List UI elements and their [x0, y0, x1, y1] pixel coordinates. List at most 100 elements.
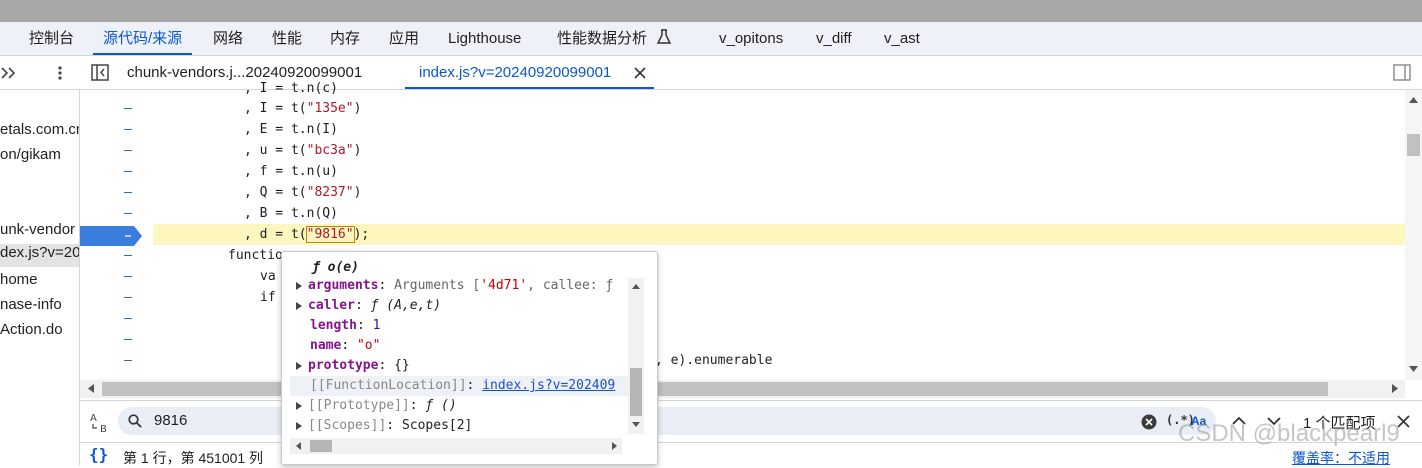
tab-application[interactable]: 应用 — [389, 22, 419, 55]
more-options-icon[interactable] — [56, 65, 64, 81]
tab-lighthouse[interactable]: Lighthouse — [448, 22, 521, 55]
code-line: , f = t.n(u) — [244, 164, 338, 179]
window-top-strip — [0, 0, 1422, 22]
code-line: , e).enumerable — [655, 353, 773, 368]
property-value: {} — [394, 358, 410, 373]
property-value: Arguments [ — [394, 278, 481, 293]
navigator-item-selected[interactable]: dex.js?v=202 — [0, 244, 79, 267]
code-string: "bc3a" — [306, 143, 354, 158]
navigator-item[interactable]: on/gikam — [0, 146, 61, 163]
file-tab-index-js[interactable]: index.js?v=20240920099001 — [419, 56, 611, 89]
search-input[interactable]: 9816 — [154, 412, 187, 429]
tab-v-diff[interactable]: v_diff — [816, 22, 852, 55]
scroll-right-arrow-icon[interactable] — [1392, 384, 1399, 393]
tab-network[interactable]: 网络 — [213, 22, 243, 55]
property-sep: : — [356, 318, 373, 333]
property-row-scopes[interactable]: [[Scopes]]: Scopes[2] — [296, 416, 472, 436]
tab-v-ast[interactable]: v_ast — [884, 22, 920, 55]
tab-console[interactable]: 控制台 — [29, 22, 74, 55]
line-gutter-marker[interactable] — [124, 297, 132, 298]
editor-horizontal-scrollbar[interactable] — [80, 380, 1405, 398]
clear-search-icon[interactable] — [1141, 414, 1157, 430]
line-gutter-marker[interactable] — [124, 150, 132, 151]
tab-performance-insights[interactable]: 性能数据分析 — [557, 22, 672, 55]
property-row-caller[interactable]: caller: ƒ (A,e,t) — [296, 296, 441, 316]
line-gutter-marker[interactable] — [124, 108, 132, 109]
replace-toggle-icon[interactable]: AB — [90, 411, 112, 433]
tab-sources[interactable]: 源代码/来源 — [92, 22, 193, 55]
toggle-debugger-sidebar-icon[interactable] — [1393, 64, 1411, 81]
property-key: length — [310, 318, 357, 333]
expand-triangle-icon[interactable] — [296, 361, 302, 370]
scroll-down-arrow-icon[interactable] — [1409, 366, 1418, 373]
line-gutter-marker[interactable] — [124, 171, 132, 172]
code-text: ) — [353, 101, 362, 116]
line-gutter-marker[interactable] — [124, 360, 132, 361]
property-key: caller — [308, 298, 355, 313]
property-row-length: length: 1 — [310, 316, 380, 336]
property-sep: : — [378, 358, 395, 373]
code-text: , I = t( — [244, 101, 307, 116]
search-match-string: "9816" — [305, 226, 355, 243]
close-tab-icon[interactable] — [634, 67, 646, 79]
expand-triangle-icon[interactable] — [296, 421, 302, 430]
property-sep: : — [378, 278, 395, 293]
popover-horizontal-scrollbar[interactable] — [290, 438, 622, 454]
code-line: , B = t.n(Q) — [244, 206, 338, 221]
property-value: ƒ (A,e,t) — [370, 298, 442, 313]
breakpoint-marker[interactable] — [80, 226, 142, 246]
property-value-string: "o" — [356, 338, 381, 353]
property-row-arguments[interactable]: arguments: Arguments ['4d71', callee: ƒ — [296, 276, 613, 296]
property-value: Scopes[2] — [401, 418, 473, 433]
property-sep: : — [466, 378, 483, 393]
line-gutter-marker[interactable] — [124, 255, 132, 256]
scroll-right-arrow-icon[interactable] — [612, 442, 618, 450]
tab-performance[interactable]: 性能 — [272, 22, 302, 55]
object-preview-popover: ƒ o(e) arguments: Arguments ['4d71', cal… — [281, 251, 658, 465]
scroll-down-arrow-icon[interactable] — [632, 422, 640, 428]
function-location-link[interactable]: index.js?v=202409 — [482, 378, 615, 393]
code-line: , Q = t("8237") — [244, 185, 361, 200]
property-value-extra: , callee: ƒ — [527, 278, 614, 293]
navigator-item[interactable]: nase-info — [0, 296, 62, 313]
expand-triangle-icon[interactable] — [296, 301, 302, 310]
line-gutter-marker[interactable] — [124, 213, 132, 214]
navigator-item[interactable]: unk-vendor — [0, 221, 75, 238]
line-gutter-marker[interactable] — [124, 276, 132, 277]
property-row-prototype[interactable]: prototype: {} — [296, 356, 410, 376]
more-tabs-chevron-icon[interactable] — [0, 65, 18, 81]
tab-memory[interactable]: 内存 — [330, 22, 360, 55]
property-value-number: 1 — [372, 318, 381, 333]
pretty-print-icon[interactable]: {} — [89, 445, 108, 464]
tab-v-opitons[interactable]: v_opitons — [719, 22, 783, 55]
scroll-left-arrow-icon[interactable] — [295, 442, 301, 450]
editor-vertical-scrollbar[interactable] — [1405, 90, 1422, 380]
scroll-up-arrow-icon[interactable] — [632, 283, 640, 289]
scroll-left-arrow-icon[interactable] — [87, 384, 94, 393]
code-text: , Q = t( — [244, 185, 307, 200]
property-key: [[Prototype]] — [308, 398, 410, 413]
code-line: va — [260, 269, 276, 284]
property-row-function-location[interactable]: [[FunctionLocation]]: index.js?v=202409 — [310, 376, 615, 396]
coverage-link[interactable]: 覆盖率：不适用 — [1292, 448, 1390, 468]
flask-icon — [656, 29, 672, 44]
popover-vertical-scrollbar[interactable] — [628, 278, 644, 434]
toggle-navigator-icon[interactable] — [91, 64, 109, 81]
line-gutter-marker[interactable] — [124, 339, 132, 340]
code-line: functio — [228, 248, 283, 263]
line-gutter-marker[interactable] — [124, 192, 132, 193]
scroll-up-arrow-icon[interactable] — [1409, 96, 1418, 103]
vertical-scroll-thumb[interactable] — [1407, 134, 1420, 156]
property-row-prototype-internal[interactable]: [[Prototype]]: ƒ () — [296, 396, 457, 416]
expand-triangle-icon[interactable] — [296, 281, 302, 290]
popover-vertical-scroll-thumb[interactable] — [630, 368, 642, 416]
expand-triangle-icon[interactable] — [296, 401, 302, 410]
line-gutter-marker[interactable] — [124, 129, 132, 130]
navigator-item[interactable]: etals.com.cn — [0, 121, 79, 138]
navigator-item[interactable]: home — [0, 271, 38, 288]
navigator-item[interactable]: Action.do — [0, 321, 63, 338]
editor-file-tabs: chunk-vendors.j...20240920099001 index.j… — [0, 56, 1422, 90]
line-gutter-marker[interactable] — [124, 318, 132, 319]
popover-horizontal-scroll-thumb[interactable] — [310, 440, 332, 452]
search-icon — [128, 414, 142, 428]
